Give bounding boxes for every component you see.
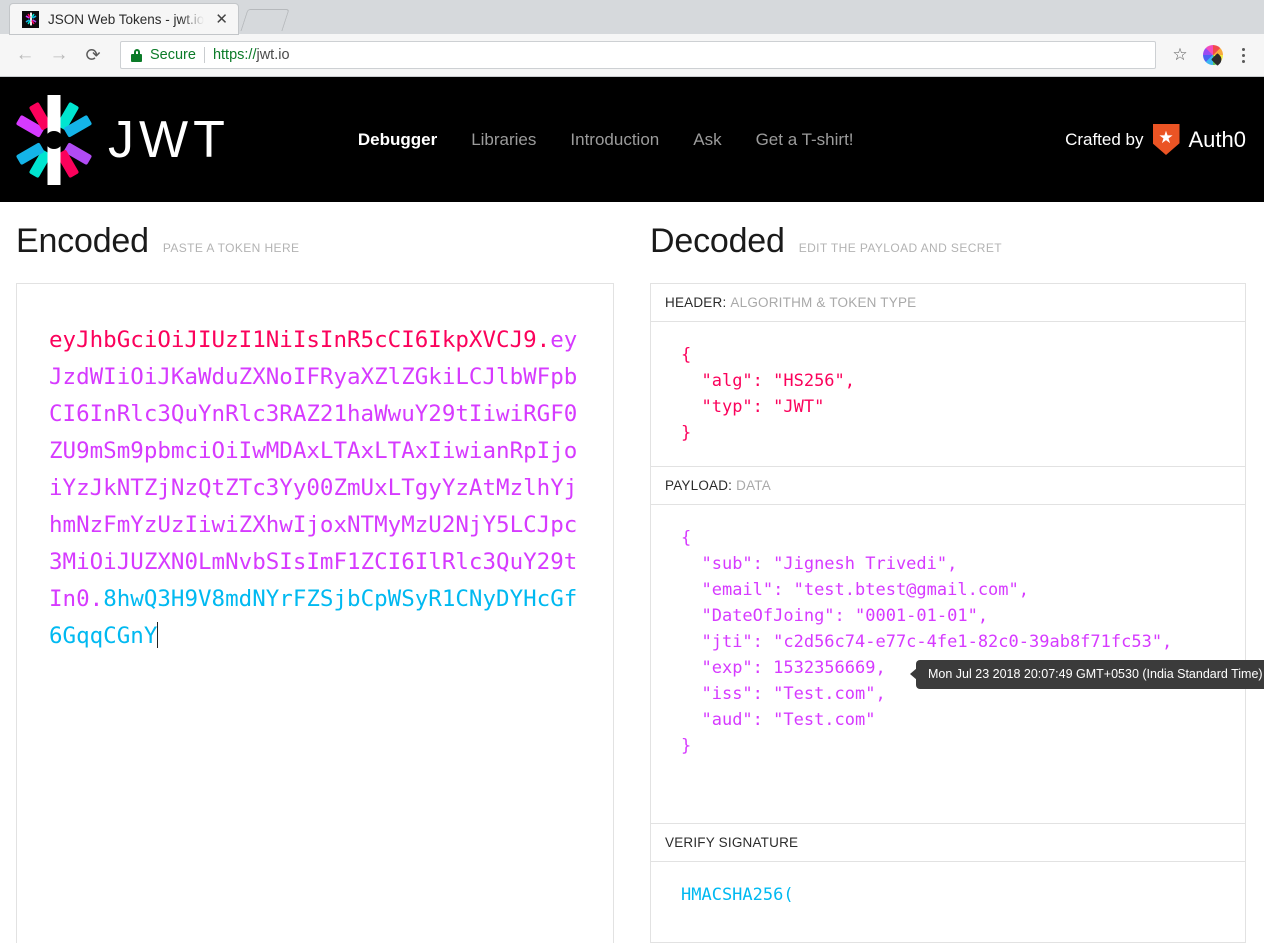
jwt-page: JWT Debugger Libraries Introduction Ask … bbox=[0, 77, 1264, 943]
browser-menu-icon[interactable] bbox=[1232, 42, 1254, 68]
url-text: https://jwt.io bbox=[213, 47, 290, 63]
text-cursor bbox=[157, 622, 159, 648]
encoded-title: Encoded bbox=[16, 222, 149, 260]
decoded-subtitle: EDIT THE PAYLOAD AND SECRET bbox=[798, 241, 1002, 255]
token-separator-1: . bbox=[536, 327, 551, 353]
signature-label: VERIFY SIGNATURE bbox=[665, 835, 799, 850]
url-host: jwt.io bbox=[256, 47, 290, 63]
encoded-column: Encoded PASTE A TOKEN HERE eyJhbGciOiJIU… bbox=[0, 202, 630, 943]
site-header: JWT Debugger Libraries Introduction Ask … bbox=[0, 77, 1264, 202]
auth0-star-glyph: ★ bbox=[1158, 128, 1174, 147]
browser-tab-title: JSON Web Tokens - jwt.io bbox=[48, 11, 205, 27]
browser-toolbar: ← → ⟳ Secure https://jwt.io ☆ bbox=[0, 34, 1264, 77]
crafted-by-auth0[interactable]: Crafted by ★ Auth0 bbox=[1065, 124, 1246, 155]
header-hint: ALGORITHM & TOKEN TYPE bbox=[730, 295, 917, 310]
new-tab-button[interactable] bbox=[240, 9, 290, 31]
browser-tab-strip: JSON Web Tokens - jwt.io ✕ bbox=[0, 0, 1264, 34]
signature-editor[interactable]: HMACSHA256( bbox=[651, 862, 1245, 942]
site-logo[interactable]: JWT bbox=[16, 94, 230, 185]
main-nav: Debugger Libraries Introduction Ask Get … bbox=[358, 130, 854, 150]
address-bar[interactable]: Secure https://jwt.io bbox=[120, 41, 1156, 69]
debugger-columns: Encoded PASTE A TOKEN HERE eyJhbGciOiJIU… bbox=[0, 202, 1264, 943]
favicon-jwt-icon bbox=[22, 10, 39, 28]
jwt-burst-logo-icon bbox=[16, 94, 92, 185]
token-separator-2: . bbox=[89, 586, 104, 612]
site-wordmark: JWT bbox=[108, 110, 230, 169]
forward-button[interactable]: → bbox=[44, 40, 74, 70]
payload-section-label: PAYLOAD: DATA bbox=[651, 467, 1245, 505]
omnibox-divider bbox=[203, 47, 205, 63]
payload-json-text: { "sub": "Jignesh Trivedi", "email": "te… bbox=[681, 528, 1173, 756]
back-button[interactable]: ← bbox=[10, 40, 40, 70]
nav-item-introduction[interactable]: Introduction bbox=[570, 130, 659, 150]
nav-item-get-a-tshirt[interactable]: Get a T-shirt! bbox=[756, 130, 854, 150]
token-payload-segment: eyJzdWIiOiJKaWduZXNoIFRyaXZlZGkiLCJlbWFp… bbox=[49, 327, 578, 612]
security-status-label: Secure bbox=[150, 47, 196, 63]
decoded-title: Decoded bbox=[650, 222, 785, 260]
auth0-label: Auth0 bbox=[1188, 126, 1247, 152]
encoded-token-input[interactable]: eyJhbGciOiJIUzI1NiIsInR5cCI6IkpXVCJ9.eyJ… bbox=[16, 283, 614, 943]
header-label: HEADER: bbox=[665, 295, 727, 310]
encoded-subtitle: PASTE A TOKEN HERE bbox=[162, 241, 300, 255]
url-scheme: https:// bbox=[212, 47, 257, 63]
decoded-panel: HEADER: ALGORITHM & TOKEN TYPE { "alg": "… bbox=[650, 283, 1264, 943]
lock-icon bbox=[131, 48, 142, 62]
encoded-token-text: eyJhbGciOiJIUzI1NiIsInR5cCI6IkpXVCJ9.eyJ… bbox=[49, 322, 583, 655]
payload-label: PAYLOAD: bbox=[665, 478, 733, 493]
signature-section-label: VERIFY SIGNATURE bbox=[651, 824, 1245, 862]
bookmark-star-icon[interactable]: ☆ bbox=[1166, 42, 1194, 68]
payload-hint: DATA bbox=[736, 478, 771, 493]
crafted-by-label: Crafted by bbox=[1065, 129, 1144, 149]
token-header-segment: eyJhbGciOiJIUzI1NiIsInR5cCI6IkpXVCJ9 bbox=[49, 327, 537, 353]
header-section-label: HEADER: ALGORITHM & TOKEN TYPE bbox=[651, 284, 1245, 322]
auth0-shield-icon: ★ bbox=[1152, 124, 1180, 155]
exp-date-tooltip: Mon Jul 23 2018 20:07:49 GMT+0530 (India… bbox=[910, 660, 1264, 689]
tab-close-icon[interactable]: ✕ bbox=[215, 12, 228, 27]
encoded-heading: Encoded PASTE A TOKEN HERE bbox=[16, 222, 614, 261]
payload-json-editor[interactable]: { "sub": "Jignesh Trivedi", "email": "te… bbox=[651, 505, 1264, 823]
nav-item-libraries[interactable]: Libraries bbox=[471, 130, 536, 150]
decoded-column: Decoded EDIT THE PAYLOAD AND SECRET HEAD… bbox=[630, 202, 1264, 943]
nav-item-ask[interactable]: Ask bbox=[693, 130, 721, 150]
header-json-editor[interactable]: { "alg": "HS256", "typ": "JWT" } bbox=[651, 322, 1245, 466]
nav-item-debugger[interactable]: Debugger bbox=[358, 130, 437, 150]
color-picker-extension-icon[interactable] bbox=[1203, 45, 1223, 65]
reload-button[interactable]: ⟳ bbox=[78, 40, 108, 70]
browser-tab[interactable]: JSON Web Tokens - jwt.io ✕ bbox=[10, 4, 238, 34]
decoded-heading: Decoded EDIT THE PAYLOAD AND SECRET bbox=[650, 222, 1246, 261]
token-signature-segment: 8hwQ3H9V8mdNYrFZSjbCpWSyR1CNyDYHcGf6GqqC… bbox=[49, 586, 578, 649]
